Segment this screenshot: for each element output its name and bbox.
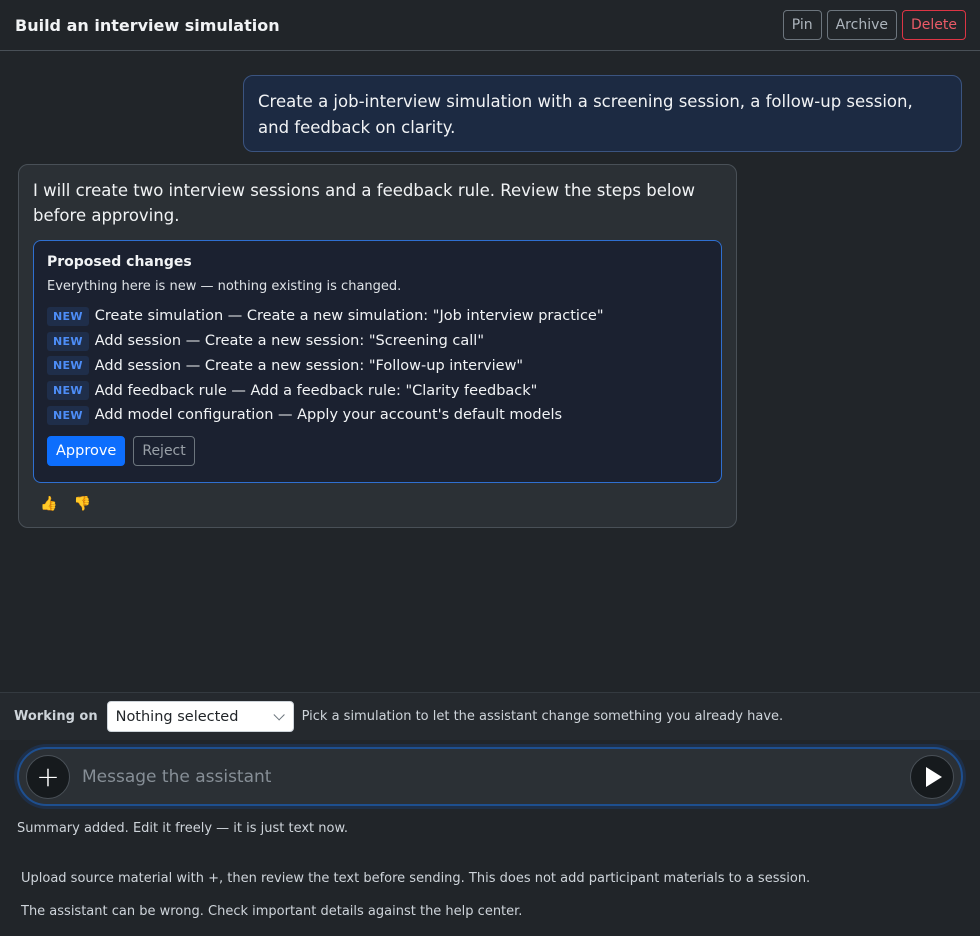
change-item: NEW Create simulation — Create a new sim…	[47, 304, 708, 329]
change-text: Create simulation — Create a new simulat…	[94, 308, 604, 325]
page-title: Build an interview simulation	[15, 15, 280, 35]
disclaimer: The assistant can be wrong. Check import…	[21, 904, 523, 919]
change-item: NEW Add feedback rule — Add a feedback r…	[47, 378, 708, 403]
change-text: Add feedback rule — Add a feedback rule:…	[94, 382, 538, 399]
message-input[interactable]	[70, 766, 910, 787]
simulation-select-value: Nothing selected	[115, 708, 239, 725]
thumbs-up-icon[interactable]: 👍	[40, 496, 57, 512]
proposal-title: Proposed changes	[47, 254, 192, 270]
change-item: NEW Add model configuration — Apply your…	[47, 403, 708, 428]
new-badge: NEW	[47, 356, 89, 376]
conversation-header: Build an interview simulation Pin Archiv…	[0, 0, 980, 51]
message-composer: +	[17, 747, 963, 806]
summary-status: Summary added. Edit it freely — it is ju…	[17, 821, 349, 836]
approve-button[interactable]: Approve	[47, 435, 126, 466]
change-item: NEW Add session — Create a new session: …	[47, 354, 708, 379]
assistant-message-bubble: I will create two interview sessions and…	[18, 164, 737, 528]
change-text: Add model configuration — Apply your acc…	[94, 407, 563, 424]
user-message-text: Create a job-interview simulation with a…	[258, 92, 913, 137]
working-on-label: Working on	[14, 709, 98, 724]
change-text: Add session — Create a new session: "Fol…	[94, 357, 524, 374]
change-text: Add session — Create a new session: "Scr…	[94, 333, 485, 350]
reject-button[interactable]: Reject	[133, 435, 195, 466]
user-message-bubble: Create a job-interview simulation with a…	[243, 75, 962, 152]
working-on-hint: Pick a simulation to let the assistant c…	[301, 709, 784, 724]
change-item: NEW Add session — Create a new session: …	[47, 329, 708, 354]
send-icon	[926, 766, 942, 787]
proposal-note: Everything here is new — nothing existin…	[47, 279, 402, 294]
simulation-select[interactable]: Nothing selected	[106, 701, 294, 732]
attach-button[interactable]: +	[26, 754, 70, 799]
proposal-actions: Approve Reject	[47, 435, 708, 466]
new-badge: NEW	[47, 381, 89, 401]
new-badge: NEW	[47, 331, 89, 351]
header-actions: Pin Archive Delete	[782, 10, 966, 40]
new-badge: NEW	[47, 405, 89, 425]
pin-button[interactable]: Pin	[782, 10, 822, 40]
new-badge: NEW	[47, 306, 89, 326]
delete-button[interactable]: Delete	[902, 10, 966, 40]
send-button[interactable]	[910, 754, 954, 799]
chevron-down-icon	[273, 708, 285, 721]
working-on-bar: Working on Nothing selected Pick a simul…	[0, 692, 980, 740]
archive-button[interactable]: Archive	[826, 10, 897, 40]
assistant-message-text: I will create two interview sessions and…	[33, 181, 696, 225]
proposed-changes-card: Proposed changes Everything here is new …	[33, 240, 722, 483]
upload-hint: Upload source material with +, then revi…	[21, 871, 811, 886]
message-feedback: 👍 👎	[33, 496, 722, 512]
plus-icon: +	[36, 759, 60, 793]
thumbs-down-icon[interactable]: 👎	[73, 496, 90, 512]
